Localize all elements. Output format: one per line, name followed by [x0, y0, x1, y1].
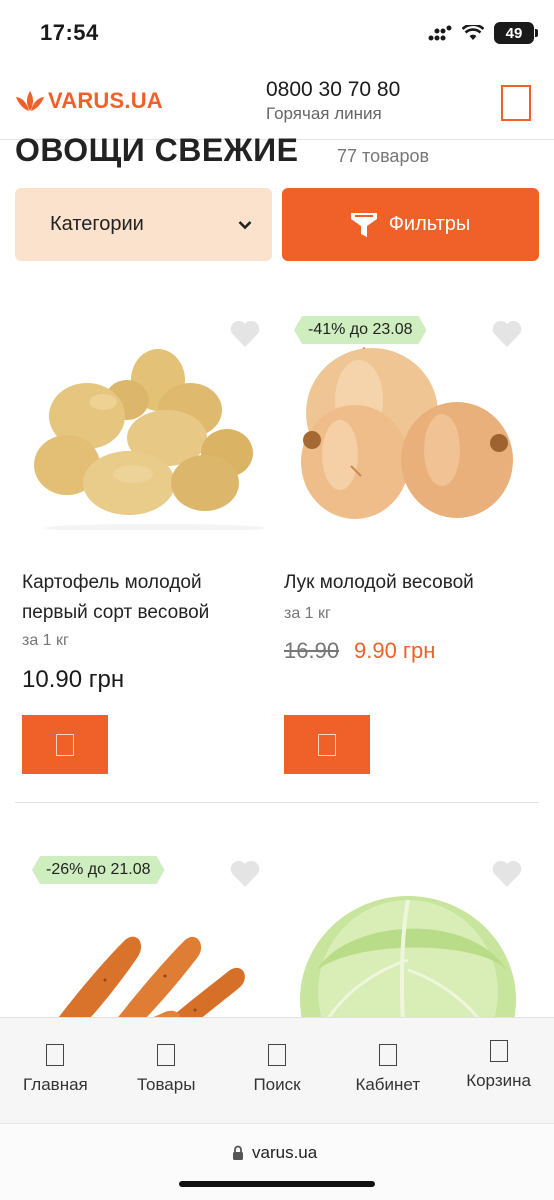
filter-funnel-icon: [350, 212, 377, 237]
wifi-icon: [462, 25, 484, 40]
cabbage-image[interactable]: [277, 880, 539, 1017]
add-to-cart-button[interactable]: [22, 715, 108, 774]
nav-search[interactable]: Поиск: [222, 1018, 333, 1123]
account-icon: [378, 1044, 397, 1066]
site-header: VARUS.UA 0800 30 70 80 Горячая линия: [0, 66, 554, 140]
filters-label: Фильтры: [388, 213, 471, 235]
nav-label: Кабинет: [355, 1075, 421, 1094]
cart-icon: [318, 733, 336, 756]
favorite-heart-icon[interactable]: [230, 320, 260, 347]
product-unit: за 1 кг: [284, 605, 331, 622]
chevron-down-icon: [238, 220, 252, 229]
product-name[interactable]: Лук молодой весовой: [284, 569, 534, 596]
product-unit: за 1 кг: [22, 632, 69, 649]
home-icon: [46, 1044, 65, 1066]
favorite-heart-icon[interactable]: [230, 860, 260, 887]
product-name-line: Картофель молодой: [22, 572, 202, 593]
nav-label: Поиск: [253, 1075, 301, 1094]
hotline-label: Горячая линия: [266, 104, 382, 123]
categories-button[interactable]: Категории: [15, 188, 272, 261]
hotline-phone[interactable]: 0800 30 70 80: [266, 78, 400, 102]
product-name-line: первый сорт весовой: [22, 602, 210, 623]
cart-icon: [56, 733, 74, 756]
categories-label: Категории: [50, 213, 144, 235]
product-card[interactable]: Картофель молодой первый сорт весовой за…: [15, 300, 277, 780]
battery-icon: 49: [494, 22, 538, 44]
product-name-line: Лук молодой весовой: [284, 572, 474, 593]
product-count: 77 товаров: [337, 146, 430, 166]
lock-icon: [233, 1145, 243, 1160]
promo-badge: -41% до 23.08: [294, 316, 427, 344]
product-price: 10.90 грн: [22, 666, 125, 693]
status-time: 17:54: [40, 20, 99, 45]
nav-account[interactable]: Кабинет: [332, 1018, 443, 1123]
product-card[interactable]: -26% до 21.08: [15, 840, 277, 1017]
row-divider: [15, 802, 539, 803]
nav-label: Главная: [23, 1075, 88, 1094]
page-title: ОВОЩИ СВЕЖИЕ: [15, 132, 299, 168]
bottom-navigation: Главная Товары Поиск Кабинет Корзина: [0, 1017, 554, 1123]
favorite-heart-icon[interactable]: [492, 320, 522, 347]
product-old-price: 16.90: [284, 638, 340, 663]
product-sale-price: 9.90 грн: [354, 638, 436, 663]
nav-label: Товары: [136, 1075, 196, 1094]
url-text[interactable]: varus.ua: [252, 1143, 317, 1163]
nav-home[interactable]: Главная: [0, 1018, 111, 1123]
site-logo[interactable]: VARUS.UA: [16, 88, 163, 114]
logo-text: VARUS.UA: [48, 88, 163, 113]
carrot-image[interactable]: [15, 900, 277, 1017]
menu-icon[interactable]: [501, 85, 531, 121]
filters-button[interactable]: Фильтры: [282, 188, 539, 261]
cart-icon: [489, 1040, 508, 1062]
product-card[interactable]: -41% до 23.08 Лук молодой весовой за 1 к…: [277, 300, 539, 780]
search-icon: [267, 1044, 286, 1066]
logo-leaf-icon: [16, 91, 44, 111]
browser-url-bar[interactable]: varus.ua: [0, 1123, 554, 1200]
add-to-cart-button[interactable]: [284, 715, 370, 774]
catalog-icon: [157, 1044, 176, 1066]
cellular-signal-icon: [428, 25, 452, 41]
promo-badge: -26% до 21.08: [32, 856, 165, 884]
home-indicator[interactable]: [179, 1181, 375, 1187]
nav-label: Корзина: [466, 1071, 531, 1090]
nav-products[interactable]: Товары: [111, 1018, 222, 1123]
product-card[interactable]: [277, 840, 539, 1017]
hotline[interactable]: 0800 30 70 80 Горячая линия: [266, 78, 400, 124]
product-name[interactable]: Картофель молодой первый сорт весовой: [22, 569, 272, 626]
battery-level: 49: [505, 24, 523, 42]
status-icons: 49: [428, 22, 538, 44]
nav-cart[interactable]: Корзина: [443, 1018, 554, 1123]
status-bar: 17:54 49: [0, 0, 554, 66]
favorite-heart-icon[interactable]: [492, 860, 522, 887]
